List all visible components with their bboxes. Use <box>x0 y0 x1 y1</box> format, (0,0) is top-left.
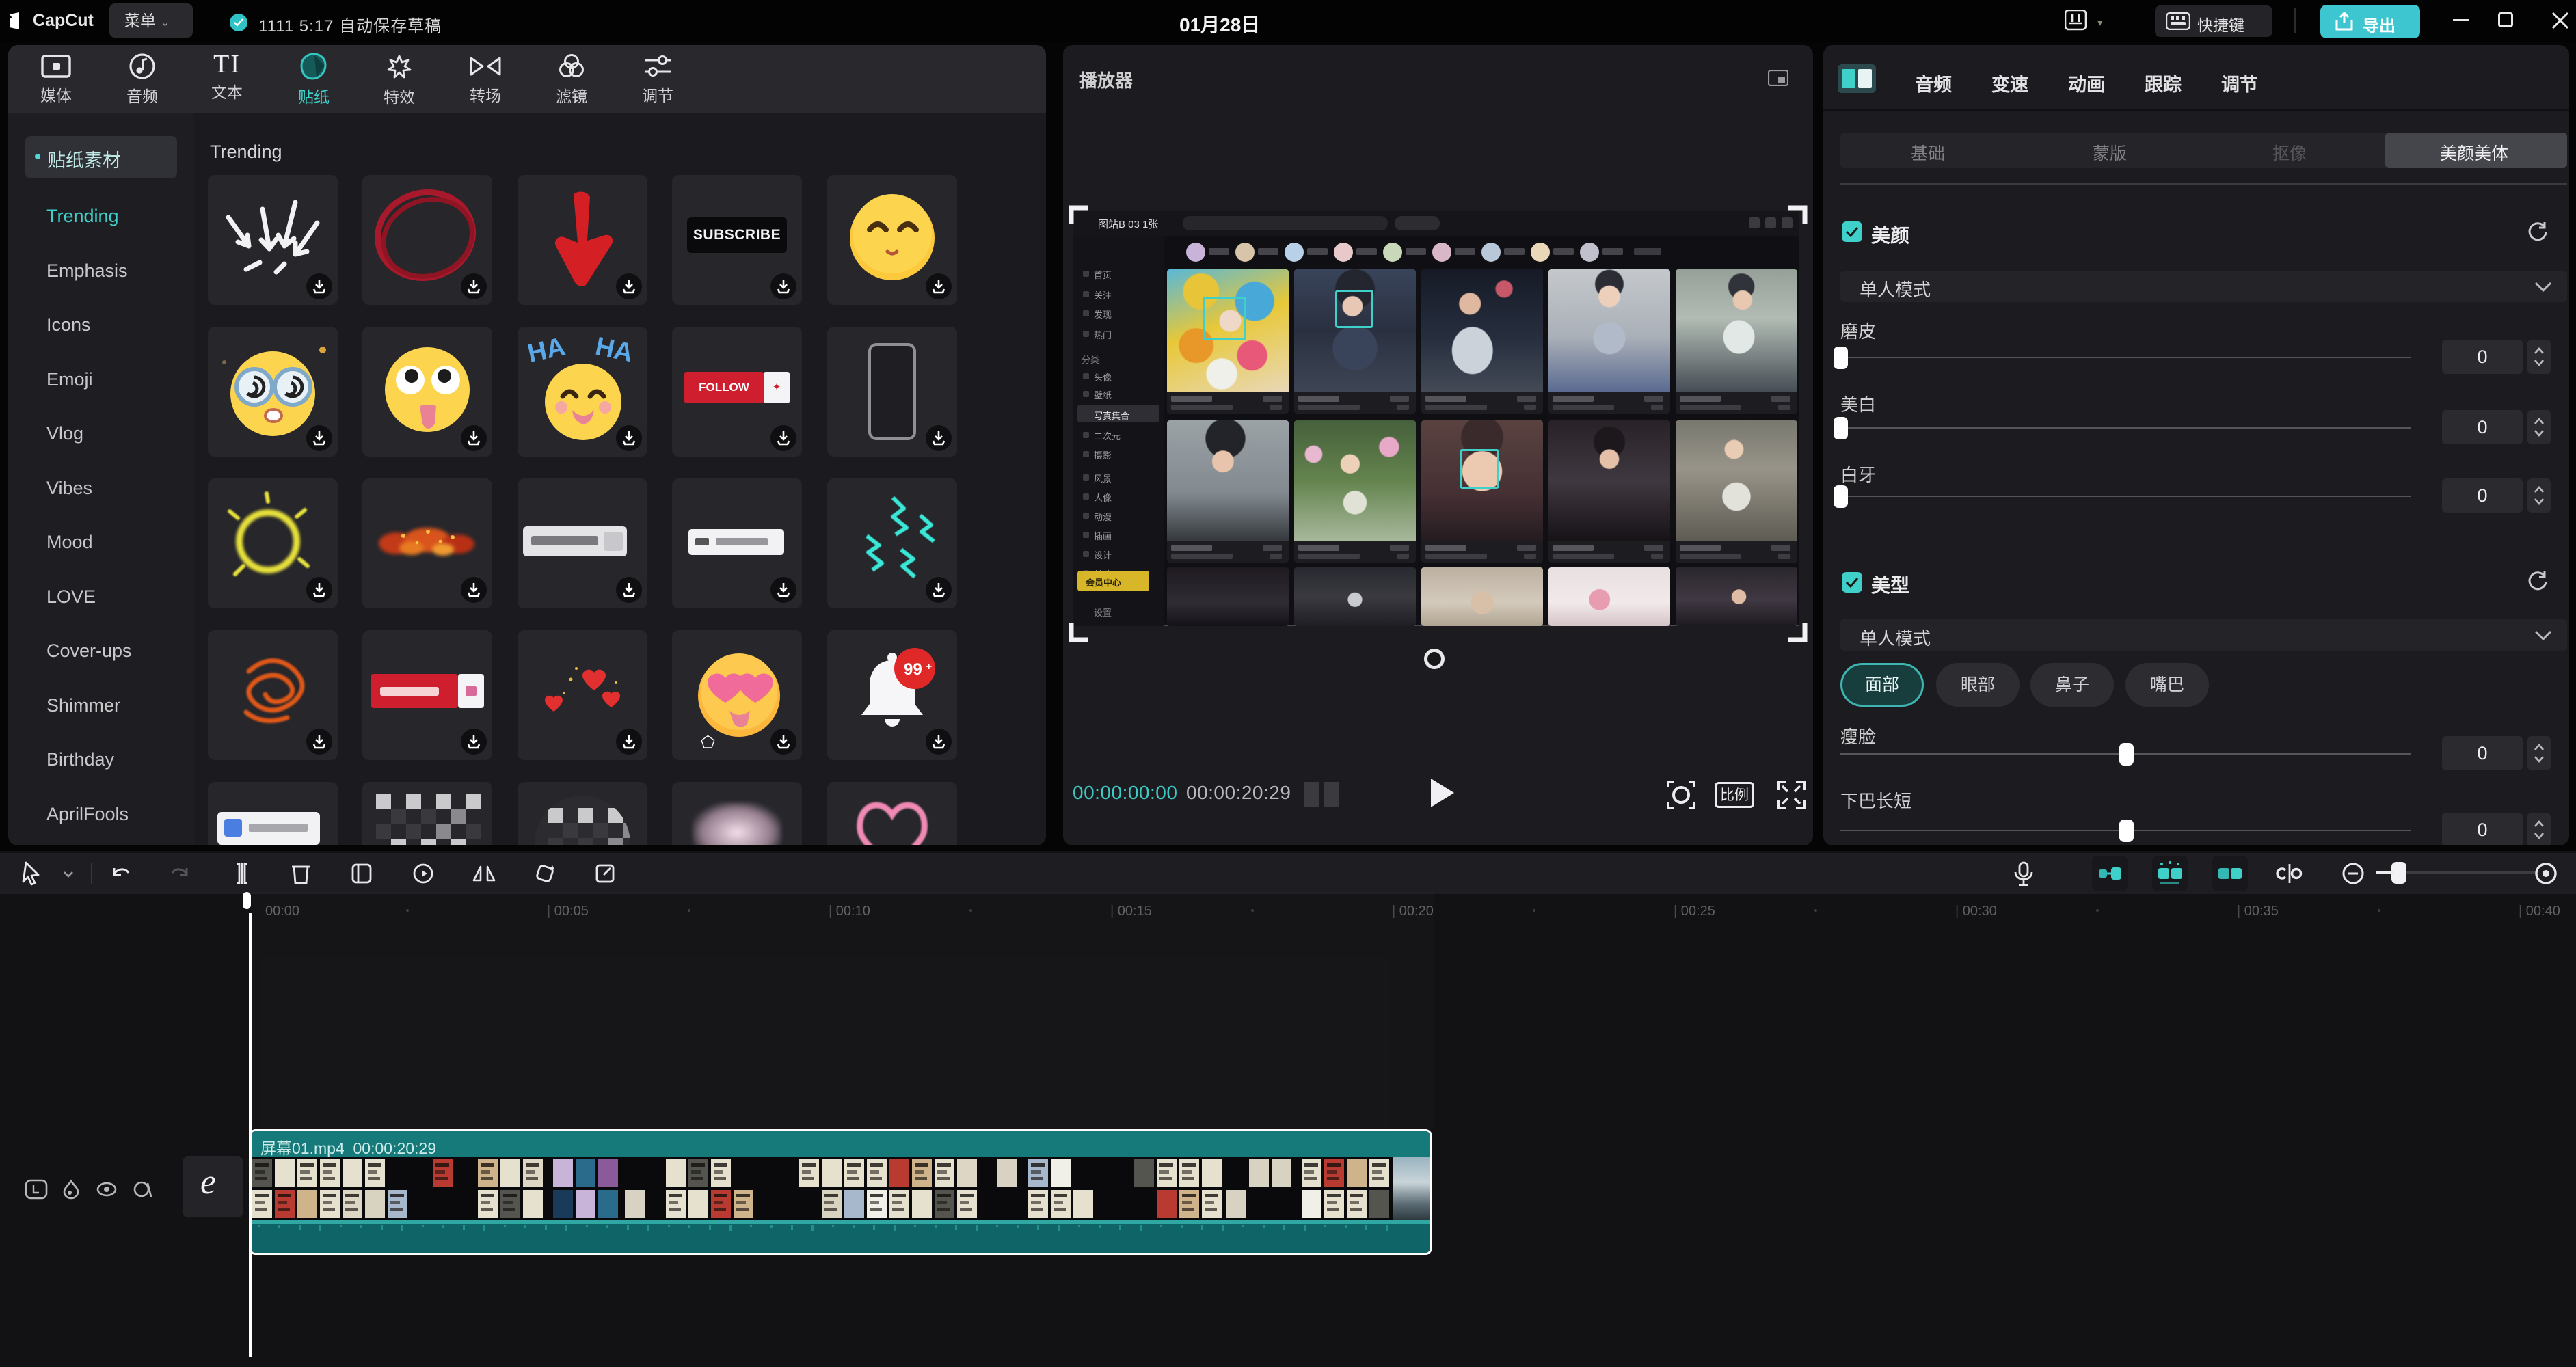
svg-text:99: 99 <box>904 660 922 679</box>
svg-text:HA: HA <box>525 332 567 368</box>
svg-text:+: + <box>926 661 932 673</box>
svg-text:HA: HA <box>593 332 635 368</box>
